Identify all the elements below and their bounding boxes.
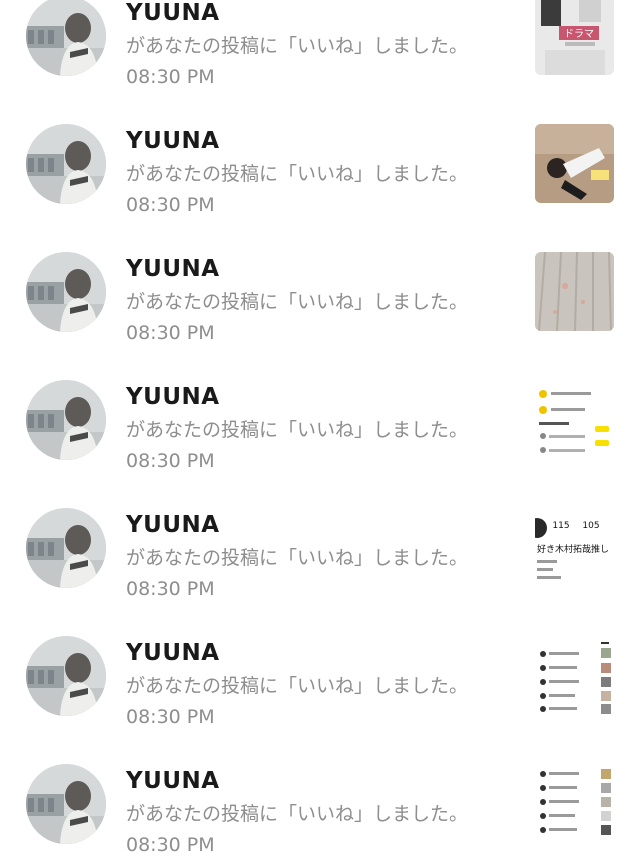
post-thumbnail[interactable] <box>535 636 614 715</box>
notification-item[interactable]: YUUNA があなたの投稿に「いいね」しました。 08:30 PM <box>0 739 640 867</box>
user-name[interactable]: YUUNA <box>126 510 220 540</box>
notification-time: 08:30 PM <box>126 66 215 88</box>
notification-item[interactable]: YUUNA があなたの投稿に「いいね」しました。 08:30 PM <box>0 99 640 227</box>
notification-message: があなたの投稿に「いいね」しました。 <box>126 419 469 441</box>
avatar[interactable] <box>26 0 106 76</box>
notification-message: があなたの投稿に「いいね」しました。 <box>126 675 469 697</box>
notification-message: があなたの投稿に「いいね」しました。 <box>126 291 469 313</box>
person-photo-thumbnail-icon <box>535 124 614 203</box>
avatar[interactable] <box>26 252 106 332</box>
avatar[interactable] <box>26 508 106 588</box>
notification-time: 08:30 PM <box>126 706 215 728</box>
avatar-photo-icon <box>26 380 106 460</box>
floor-photo-thumbnail-icon <box>535 252 614 331</box>
thumb-caption: 好き木村拓哉推し <box>537 543 609 555</box>
comment-list-screenshot-thumbnail-icon <box>535 764 614 843</box>
notification-message: があなたの投稿に「いいね」しました。 <box>126 163 469 185</box>
user-name[interactable]: YUUNA <box>126 638 220 668</box>
profile-screenshot-thumbnail-icon: 115 105 好き木村拓哉推し <box>535 508 614 587</box>
notification-time: 08:30 PM <box>126 450 215 472</box>
notification-item[interactable]: YUUNA があなたの投稿に「いいね」しました。 08:30 PM <box>0 611 640 739</box>
thumb-caption: ドラマ <box>564 28 594 40</box>
notification-item[interactable]: YUUNA があなたの投稿に「いいね」しました。 08:30 PM <box>0 227 640 355</box>
notification-time: 08:30 PM <box>126 834 215 856</box>
drama-poster-thumbnail-icon: ドラマ <box>535 0 614 75</box>
notification-time: 08:30 PM <box>126 578 215 600</box>
post-thumbnail[interactable] <box>535 124 614 203</box>
notification-list: YUUNA があなたの投稿に「いいね」しました。 08:30 PM ドラマ YU… <box>0 0 640 867</box>
post-thumbnail[interactable]: 115 105 好き木村拓哉推し <box>535 508 614 587</box>
user-name[interactable]: YUUNA <box>126 254 220 284</box>
thumb-stat-followers: 105 <box>582 521 599 531</box>
notification-item[interactable]: YUUNA があなたの投稿に「いいね」しました。 08:30 PM <box>0 355 640 483</box>
notification-message: があなたの投稿に「いいね」しました。 <box>126 35 469 57</box>
notification-item[interactable]: YUUNA があなたの投稿に「いいね」しました。 08:30 PM 115 10… <box>0 483 640 611</box>
user-name[interactable]: YUUNA <box>126 382 220 412</box>
user-name[interactable]: YUUNA <box>126 766 220 796</box>
avatar-photo-icon <box>26 124 106 204</box>
user-name[interactable]: YUUNA <box>126 126 220 156</box>
avatar-photo-icon <box>26 0 106 76</box>
avatar-photo-icon <box>26 636 106 716</box>
avatar-photo-icon <box>26 764 106 844</box>
user-name[interactable]: YUUNA <box>126 0 220 28</box>
notification-time: 08:30 PM <box>126 194 215 216</box>
post-thumbnail[interactable]: ドラマ <box>535 0 614 75</box>
notification-message: があなたの投稿に「いいね」しました。 <box>126 547 469 569</box>
post-thumbnail[interactable] <box>535 380 614 459</box>
avatar[interactable] <box>26 636 106 716</box>
avatar[interactable] <box>26 380 106 460</box>
thumb-stat-posts: 115 <box>552 521 569 531</box>
notification-message: があなたの投稿に「いいね」しました。 <box>126 803 469 825</box>
post-thumbnail[interactable] <box>535 252 614 331</box>
comment-list-screenshot-thumbnail-icon <box>535 636 614 715</box>
post-thumbnail[interactable] <box>535 764 614 843</box>
notification-time: 08:30 PM <box>126 322 215 344</box>
avatar-photo-icon <box>26 508 106 588</box>
app-list-screenshot-thumbnail-icon <box>535 380 614 459</box>
avatar[interactable] <box>26 764 106 844</box>
avatar[interactable] <box>26 124 106 204</box>
notification-item[interactable]: YUUNA があなたの投稿に「いいね」しました。 08:30 PM ドラマ <box>0 0 640 99</box>
avatar-photo-icon <box>26 252 106 332</box>
